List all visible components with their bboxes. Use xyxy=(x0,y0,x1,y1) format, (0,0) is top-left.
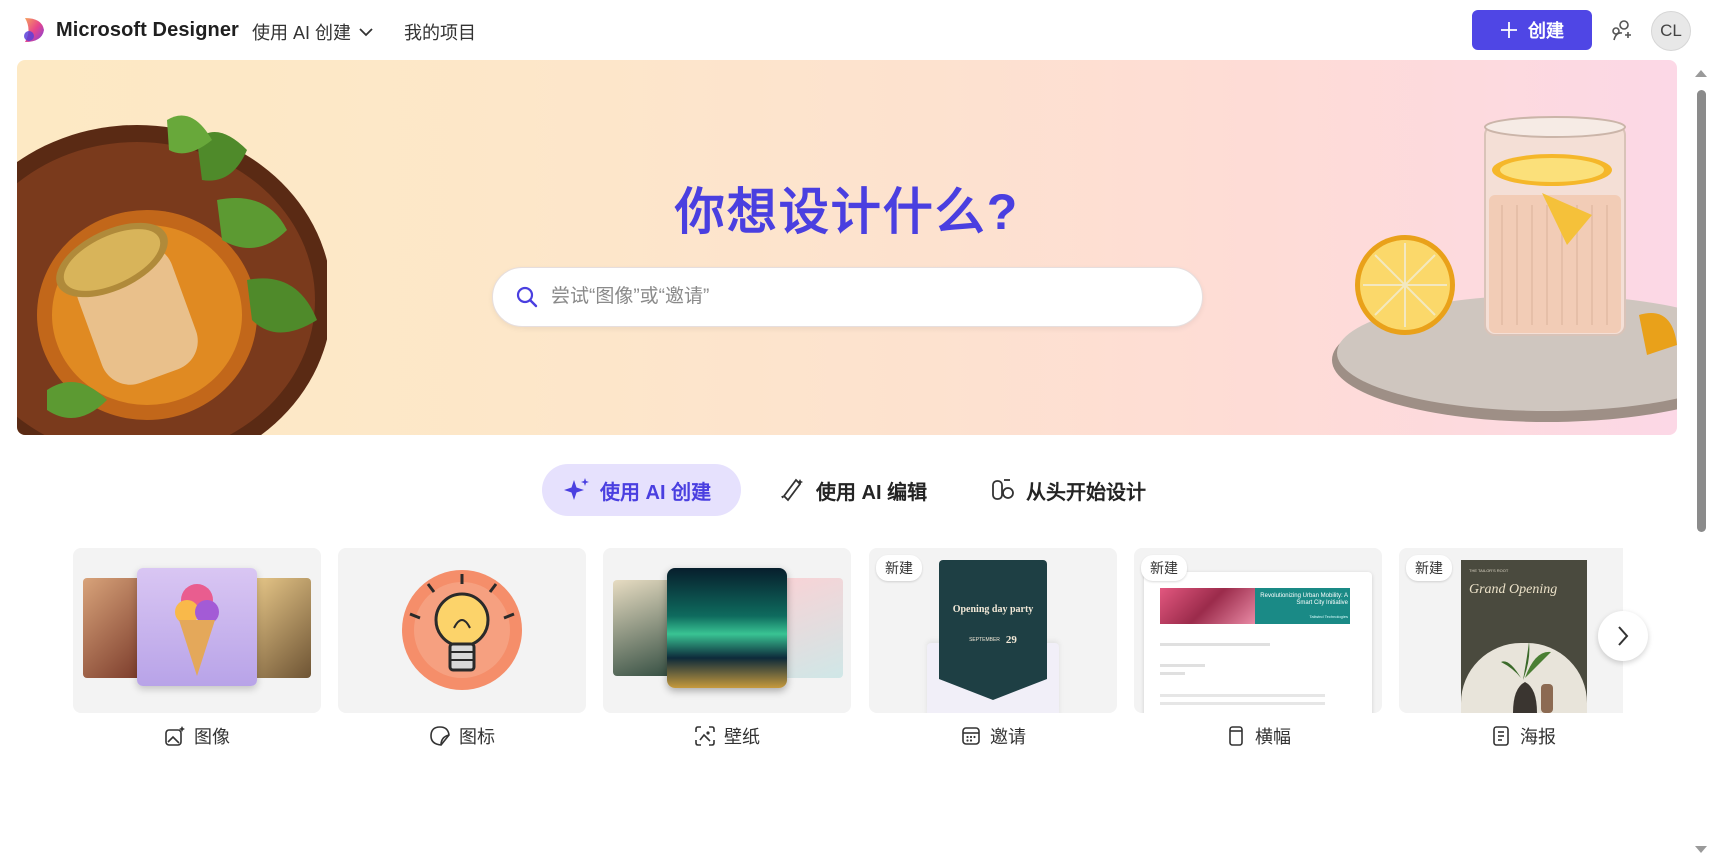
card-wallpaper-label-row: 壁纸 xyxy=(603,713,851,758)
hero-banner: 你想设计什么? xyxy=(17,60,1677,435)
card-banner-thumbnail: 新建 Revolutionizing Urban Mobility: A Sma… xyxy=(1134,548,1382,713)
page-scrollbar[interactable] xyxy=(1692,64,1710,864)
new-badge: 新建 xyxy=(1406,555,1452,581)
avatar-initials: CL xyxy=(1660,21,1682,40)
card-banner[interactable]: 新建 Revolutionizing Urban Mobility: A Sma… xyxy=(1134,548,1382,758)
card-icon-thumbnail xyxy=(338,548,586,713)
brand[interactable]: Microsoft Designer xyxy=(22,16,239,44)
new-badge: 新建 xyxy=(1141,555,1187,581)
poster-header: THE TAILOR'S ROOT xyxy=(1469,568,1509,573)
card-invitation-thumbnail: 新建 Opening day party SEPTEMBER 29 xyxy=(869,548,1117,713)
lemon-water-illustration xyxy=(1332,116,1677,422)
card-icon[interactable]: 图标 xyxy=(338,548,586,758)
avatar[interactable]: CL xyxy=(1651,11,1691,51)
card-image[interactable]: 图像 xyxy=(73,548,321,758)
template-cards: 图像 图标 壁纸 新建 Opening day party SEPTEMBER … xyxy=(73,548,1623,758)
microsoft-designer-logo-icon xyxy=(24,18,44,42)
plus-icon xyxy=(1501,22,1517,38)
card-image-thumbnail xyxy=(73,548,321,713)
tab-design-from-scratch-label: 从头开始设计 xyxy=(1026,481,1146,504)
image-sparkle-icon xyxy=(165,726,185,746)
create-button[interactable]: 创建 xyxy=(1472,10,1592,50)
banner-icon xyxy=(1229,726,1243,746)
card-icon-label: 图标 xyxy=(459,727,495,747)
create-button-label: 创建 xyxy=(1528,21,1564,41)
card-poster-thumbnail: 新建 THE TAILOR'S ROOT Grand Opening xyxy=(1399,548,1623,713)
hero-title: 你想设计什么? xyxy=(674,184,1020,240)
card-banner-label-row: 横幅 xyxy=(1134,713,1382,758)
design-shapes-icon xyxy=(992,479,1014,500)
invitation-day: 29 xyxy=(1005,634,1017,646)
card-icon-label-row: 图标 xyxy=(338,713,586,758)
poster-icon xyxy=(1493,726,1509,746)
banner-sub: Tailwind Technologies xyxy=(1309,614,1348,619)
poster-title: Grand Opening xyxy=(1469,582,1558,597)
invitation-title: Opening day party xyxy=(952,604,1034,615)
search-icon xyxy=(516,286,538,308)
sticker-icon xyxy=(430,726,450,746)
scroll-thumb[interactable] xyxy=(1697,90,1706,532)
calendar-icon xyxy=(962,727,980,745)
card-image-label-row: 图像 xyxy=(73,713,321,758)
invitation-month: SEPTEMBER xyxy=(969,637,1000,643)
mode-tabs: 使用 AI 创建 使用 AI 编辑 从头开始设计 xyxy=(0,464,1712,516)
card-wallpaper-thumbnail xyxy=(603,548,851,713)
card-poster-label: 海报 xyxy=(1520,727,1556,747)
share-people-icon[interactable] xyxy=(1610,18,1634,42)
banner-headline: Revolutionizing Urban Mobility: A Smart … xyxy=(1260,593,1348,606)
card-wallpaper[interactable]: 壁纸 xyxy=(603,548,851,758)
card-invitation-label-row: 邀请 xyxy=(869,713,1117,758)
card-image-label: 图像 xyxy=(194,727,230,747)
tab-edit-with-ai-label: 使用 AI 编辑 xyxy=(816,481,928,504)
scroll-down-arrow-icon[interactable] xyxy=(1695,846,1707,853)
wallpaper-icon xyxy=(695,726,715,746)
nav-my-projects[interactable]: 我的项目 xyxy=(404,19,476,45)
nav-create-with-ai-label: 使用 AI 创建 xyxy=(252,23,352,43)
chevron-right-icon xyxy=(1618,626,1629,646)
tab-create-with-ai[interactable]: 使用 AI 创建 xyxy=(542,464,741,516)
search-input[interactable] xyxy=(551,286,1151,308)
scroll-up-arrow-icon[interactable] xyxy=(1695,70,1707,77)
honey-jar-illustration xyxy=(17,115,327,435)
card-invitation-label: 邀请 xyxy=(990,727,1026,747)
tab-edit-with-ai[interactable]: 使用 AI 编辑 xyxy=(780,464,927,516)
tab-create-with-ai-label: 使用 AI 创建 xyxy=(600,481,712,504)
app-name: Microsoft Designer xyxy=(56,18,239,41)
card-poster[interactable]: 新建 THE TAILOR'S ROOT Grand Opening 海报 xyxy=(1399,548,1623,758)
sparkle-icon xyxy=(564,478,589,500)
nav-create-with-ai-dropdown[interactable]: 使用 AI 创建 xyxy=(252,19,373,45)
chevron-down-icon xyxy=(359,28,373,37)
new-badge: 新建 xyxy=(876,555,922,581)
card-poster-label-row: 海报 xyxy=(1399,713,1623,758)
card-banner-label: 横幅 xyxy=(1255,727,1291,747)
card-invitation[interactable]: 新建 Opening day party SEPTEMBER 29 邀请 xyxy=(869,548,1117,758)
search-bar[interactable] xyxy=(492,267,1203,327)
top-bar: Microsoft Designer 使用 AI 创建 我的项目 创建 CL xyxy=(0,0,1712,60)
tab-design-from-scratch[interactable]: 从头开始设计 xyxy=(990,464,1146,516)
magic-pen-icon xyxy=(781,478,803,502)
carousel-next-button[interactable] xyxy=(1598,611,1648,661)
card-wallpaper-label: 壁纸 xyxy=(724,727,760,747)
